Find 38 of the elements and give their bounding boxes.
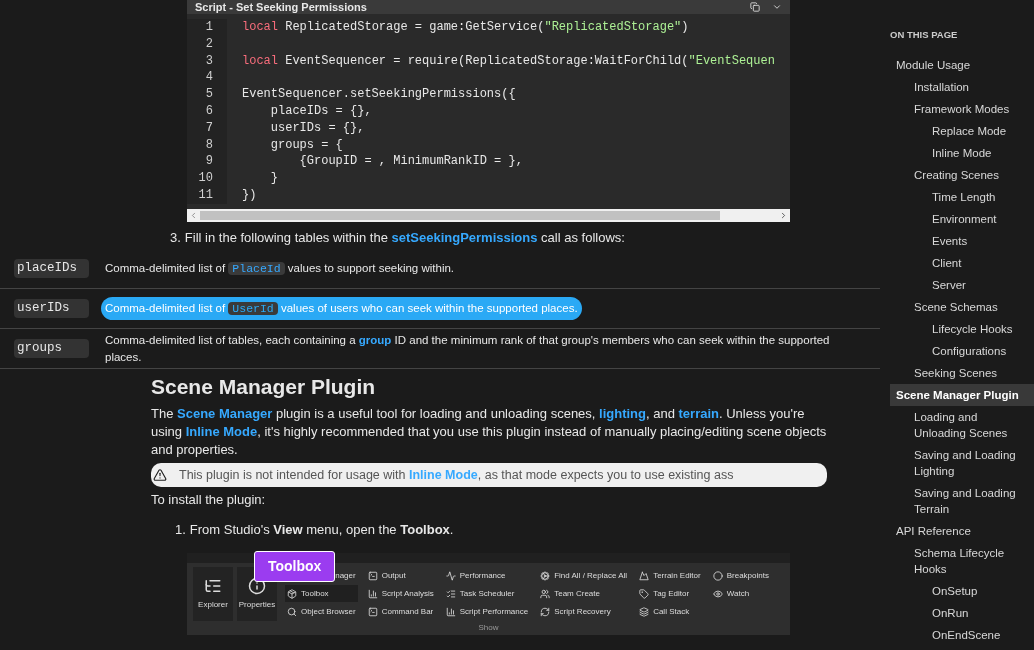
code-line: userIDs = {},: [269, 119, 365, 137]
line-number: 1: [205, 19, 213, 36]
param-name: placeIDs: [14, 259, 89, 279]
line-number: 5: [205, 86, 213, 103]
code-line: EventSequencer.setSeekingPermissions({: [241, 86, 516, 103]
code-line: local EventSequencer = require(ReplicatedStorage:WaitForChild("EventSequen: [241, 52, 775, 70]
code-line: groups = {: [269, 136, 343, 154]
param-description: Comma-delimited list of UserId values of users who can seek within the supported places.: [101, 297, 582, 321]
code-line: }: [269, 170, 278, 187]
line-number: 7: [205, 119, 213, 137]
line-number: 10: [198, 170, 213, 187]
code-line: {GroupID = , MinimumRankID = },: [298, 153, 523, 171]
param-description: Comma-delimited list of PlaceId values to support seeking within.: [104, 261, 456, 278]
code-title: Script - Set Seeking Permissions: [195, 0, 367, 14]
tooltip: Toolbox: [254, 551, 336, 583]
param-name: groups: [14, 339, 89, 359]
paragraph: The Scene Manager plugin is a useful tool for loading and unloading scenes, lighting, and terrain. Unless you're using Inline Mode, it's highly recommended that you use this plugin instead of manually placing/editing scene objects and properties.: [151, 405, 827, 460]
callout-text: This plugin is not intended for usage with Inline Mode, as that mode expects you to use existing ass: [179, 466, 734, 484]
step-text: Fill in the following tables within the setSeekingPermissions call as follows:: [184, 228, 625, 247]
param-description: Comma-delimited list of tables, each containing a group ID and the minimum rank of that group's members who can seek within the supported places.: [104, 332, 831, 365]
line-number: 2: [205, 35, 213, 53]
line-number: 8: [205, 136, 213, 154]
group-label: Show: [478, 622, 499, 635]
line-number: 11: [198, 186, 213, 204]
section-heading: Scene Manager Plugin: [151, 374, 377, 401]
code-line: placeIDs = {},: [269, 103, 372, 120]
install-text: To install the plugin:: [151, 491, 267, 510]
line-number: 9: [205, 153, 213, 171]
toc-heading: ON THIS PAGE: [890, 28, 959, 42]
line-number: 6: [205, 103, 213, 120]
code-line: local ReplicatedStorage = game:GetService("ReplicatedStorage"): [241, 19, 689, 36]
line-number: 4: [205, 69, 213, 87]
line-number: 3: [205, 52, 213, 70]
code-line: }): [241, 186, 257, 204]
param-name: userIDs: [14, 299, 89, 319]
list-number: 3.: [170, 228, 181, 247]
list-number: 1.: [175, 520, 186, 539]
step-text: From Studio's View menu, open the Toolbox.: [189, 520, 454, 539]
